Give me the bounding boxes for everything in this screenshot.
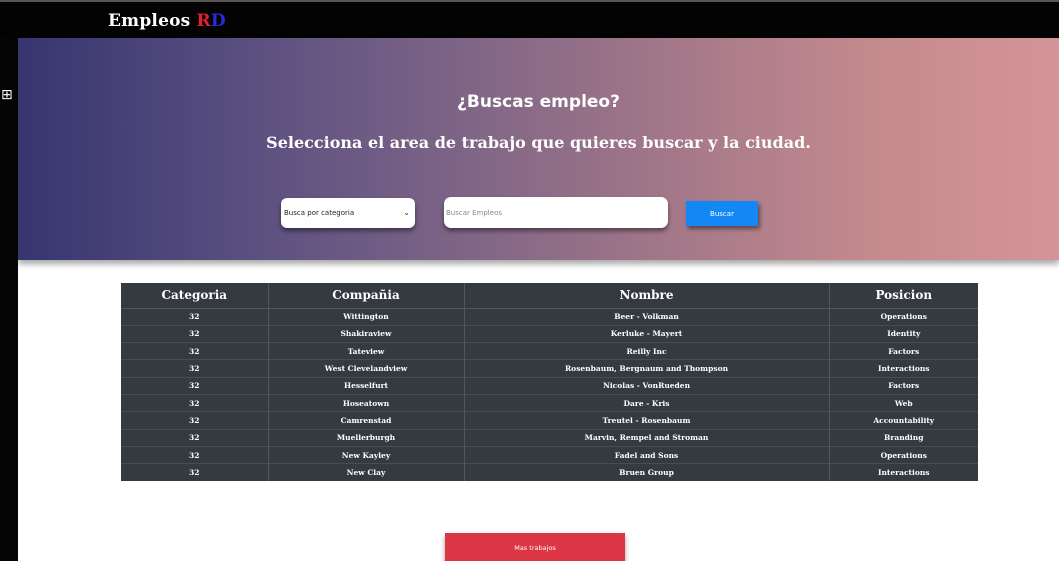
more-jobs-button[interactable]: Mas trabajos bbox=[445, 533, 625, 561]
cell-categoria: 32 bbox=[121, 324, 268, 343]
brand-text: Empleos bbox=[108, 11, 197, 31]
left-sidebar: ⊞ bbox=[0, 38, 18, 561]
cell-nombre: Reilly Inc bbox=[463, 342, 829, 360]
cell-compania: Hesselfurt bbox=[267, 376, 464, 395]
cell-nombre: Bruen Group bbox=[463, 463, 829, 481]
table-row: 32 West Clevelandview Rosenbaum, Bergnaum … bbox=[121, 359, 978, 378]
cell-categoria: 32 bbox=[121, 445, 268, 464]
cell-posicion: Operations bbox=[828, 307, 978, 326]
cell-categoria: 32 bbox=[121, 428, 268, 447]
jobs-table: Categoria Compañia Nombre Posicion 32 Wit… bbox=[121, 283, 978, 481]
cell-posicion: Factors bbox=[828, 342, 978, 360]
cell-nombre: Dare - Kris bbox=[463, 393, 829, 412]
cell-compania: Tateview bbox=[267, 342, 464, 360]
table-row: 32 Camrenstad Treutel - Rosenbaum Accountab… bbox=[121, 411, 978, 430]
hero-subtitle: Selecciona el area de trabajo que quiere… bbox=[266, 133, 811, 152]
brand-r: R bbox=[196, 11, 211, 31]
cell-posicion: Operations bbox=[828, 445, 978, 464]
header-nombre: Nombre bbox=[463, 283, 829, 309]
hero-question: ¿Buscas empleo? bbox=[457, 92, 620, 112]
cell-posicion: Accountability bbox=[828, 411, 978, 430]
cell-categoria: 32 bbox=[121, 411, 268, 430]
table-row: 32 Tateview Reilly Inc Factors bbox=[121, 342, 978, 360]
header-categoria: Categoria bbox=[121, 283, 268, 309]
table-header-row: Categoria Compañia Nombre Posicion bbox=[121, 283, 978, 309]
cell-categoria: 32 bbox=[121, 342, 268, 360]
cell-categoria: 32 bbox=[121, 463, 268, 481]
cell-compania: Muellerburgh bbox=[267, 428, 464, 447]
cell-categoria: 32 bbox=[121, 359, 268, 378]
table-row: 32 Hesselfurt Nicolas - VonRueden Factors bbox=[121, 376, 978, 395]
cell-compania: New Clay bbox=[267, 463, 464, 481]
table-row: 32 Muellerburgh Marvin, Rempel and Stroman… bbox=[121, 428, 978, 447]
table-row: 32 Wittington Beer - Volkman Operations bbox=[121, 307, 978, 326]
top-navbar: Empleos RD bbox=[0, 0, 1059, 38]
cell-nombre: Treutel - Rosenbaum bbox=[463, 411, 829, 430]
cell-compania: Shakiraview bbox=[267, 324, 464, 343]
category-select[interactable]: Busca por categoria ⌄ bbox=[281, 198, 415, 228]
table-row: 32 New Clay Bruen Group Interactions bbox=[121, 463, 978, 481]
cell-posicion: Interactions bbox=[828, 359, 978, 378]
cell-compania: Camrenstad bbox=[267, 411, 464, 430]
cell-categoria: 32 bbox=[121, 393, 268, 412]
cell-nombre: Nicolas - VonRueden bbox=[463, 376, 829, 395]
header-compania: Compañia bbox=[267, 283, 464, 309]
cell-compania: Hoseatown bbox=[267, 393, 464, 412]
search-button[interactable]: Buscar bbox=[686, 201, 758, 226]
cell-nombre: Marvin, Rempel and Stroman bbox=[463, 428, 829, 447]
hero-banner: ¿Buscas empleo? Selecciona el area de tr… bbox=[18, 38, 1059, 260]
cell-compania: West Clevelandview bbox=[267, 359, 464, 378]
cell-posicion: Factors bbox=[828, 376, 978, 395]
cell-posicion: Identity bbox=[828, 324, 978, 343]
cell-nombre: Rosenbaum, Bergnaum and Thompson bbox=[463, 359, 829, 378]
cell-nombre: Beer - Volkman bbox=[463, 307, 829, 326]
cell-posicion: Web bbox=[828, 393, 978, 412]
cell-posicion: Interactions bbox=[828, 463, 978, 481]
table-row: 32 New Kayley Fadel and Sons Operations bbox=[121, 445, 978, 464]
table-row: 32 Hoseatown Dare - Kris Web bbox=[121, 393, 978, 412]
brand-logo[interactable]: Empleos RD bbox=[108, 11, 226, 31]
category-select-value: Busca por categoria bbox=[284, 209, 355, 217]
table-row: 32 Shakiraview Kerluke - Mayert Identity bbox=[121, 324, 978, 343]
header-posicion: Posicion bbox=[828, 283, 978, 309]
cell-compania: Wittington bbox=[267, 307, 464, 326]
chevron-down-icon: ⌄ bbox=[403, 208, 410, 217]
cell-categoria: 32 bbox=[121, 376, 268, 395]
grid-icon[interactable]: ⊞ bbox=[1, 88, 15, 102]
cell-nombre: Fadel and Sons bbox=[463, 445, 829, 464]
cell-categoria: 32 bbox=[121, 307, 268, 326]
brand-d: D bbox=[210, 11, 226, 31]
cell-nombre: Kerluke - Mayert bbox=[463, 324, 829, 343]
cell-compania: New Kayley bbox=[267, 445, 464, 464]
search-input[interactable] bbox=[444, 197, 668, 228]
cell-posicion: Branding bbox=[828, 428, 978, 447]
